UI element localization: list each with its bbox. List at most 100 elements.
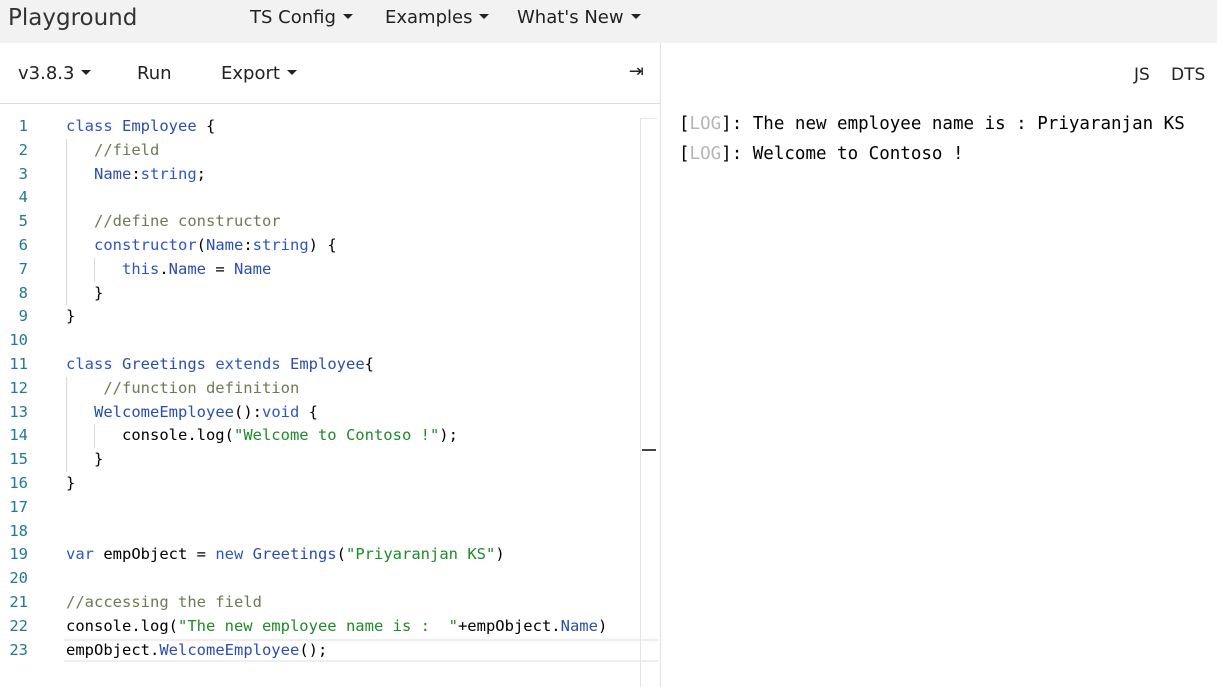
chevron-down-icon [342,13,353,19]
code-token: this [122,259,160,278]
indent-guide [66,376,67,401]
code-token: ( [336,545,346,564]
code-line: class Greetings extends Employee{ [66,353,640,377]
nav-examples[interactable]: Examples [385,7,490,28]
line-number: 9 [18,307,28,326]
code-token: Name [234,259,272,278]
nav-ts-config[interactable]: TS Config [250,7,353,28]
line-number: 22 [9,616,28,635]
editor-scrollbar[interactable] [640,118,657,687]
code-token: (): [233,402,262,421]
code-line: //accessing the field [66,591,640,615]
log-bracket-open: [ [679,144,690,164]
code-token: { [196,117,216,135]
code-line: console.log("Welcome to Contoso !"); [66,424,640,449]
export-menu[interactable]: Export [221,63,297,84]
code-token: empObject. [66,640,160,659]
line-number: 10 [9,331,28,350]
line-number: 2 [18,140,28,159]
code-token: } [66,450,104,469]
line-number: 19 [9,545,28,564]
log-bracket-close: ] [721,144,732,164]
version-select[interactable]: v3.8.3 [18,63,92,84]
code-token: +empObject. [457,616,561,635]
log-message: : Welcome to Contoso ! [731,144,964,164]
line-number: 7 [18,259,28,278]
run-button[interactable]: Run [137,63,172,84]
code-token: { [364,354,374,373]
indent-guide [66,162,67,187]
code-line: //define constructor [66,210,640,234]
line-number-gutter: 1 2 3 4 5 6 7 8 9 10 11 12 13 14 15 16 17 18 19 20 21 22 23 [0,115,40,662]
indent-guide [66,210,67,234]
line-number: 4 [18,188,28,207]
export-label: Export [221,63,280,84]
code-token: } [66,283,104,302]
code-token: class [66,354,122,373]
code-token: //accessing the field [66,592,262,611]
code-token: "Welcome to Contoso !" [233,426,440,445]
indent-guide [66,448,67,472]
line-number: 17 [9,497,28,516]
editor-toolbar: v3.8.3 Run Export ⇥ [0,43,660,104]
code-token: "Priyaranjan KS" [346,545,496,564]
code-token: //function definition [103,378,300,397]
chevron-down-icon [630,13,641,19]
code-token: string [140,164,197,183]
code-token: Name [206,235,244,254]
code-token: //define constructor [94,212,281,231]
code-editor[interactable]: 1 2 3 4 5 6 7 8 9 10 11 12 13 14 15 16 17 18 19 20 21 22 23 cl… [0,104,660,687]
code-token: : [131,164,141,183]
code-token: //field [94,140,160,159]
code-line: var empObject = new Greetings("Priyaranj… [66,543,640,567]
code-line [66,186,640,211]
indent-guide [94,257,95,282]
tab-js[interactable]: JS [1134,65,1150,85]
code-token: ) [597,616,608,635]
code-token: console.log( [66,426,234,445]
log-level-tag: LOG [689,114,722,134]
code-token: Employee [290,354,365,373]
code-area[interactable]: class Employee { //field Name:string; //… [64,115,658,663]
line-number: 20 [9,569,28,588]
line-number: 14 [9,426,28,445]
log-message: : The new employee name is : Priyaranjan… [731,114,1185,134]
code-token: } [66,473,76,492]
tab-dts[interactable]: DTS [1171,65,1205,85]
code-token: "The new employee name is : " [177,616,458,635]
line-number: 11 [9,354,28,373]
code-token: new [215,545,253,564]
brand-title[interactable]: Playground [8,5,137,31]
output-pane: JS DTS [ LOG] : The new employee name is :… [661,43,1217,687]
line-number: 6 [18,235,28,254]
code-token: . [159,259,169,278]
line-number: 1 [18,117,28,135]
code-line: WelcomeEmployee():void { [66,400,640,425]
code-token: ) [495,545,505,564]
code-token: Name [560,616,598,635]
code-token: ) { [308,235,337,254]
code-token: WelcomeEmployee [159,640,300,659]
line-number: 5 [18,212,28,231]
code-token: ( [196,235,206,254]
code-line: } [66,305,640,329]
code-token: { [299,402,318,421]
nav-whats-new-label: What's New [517,7,624,28]
indent-guide [66,233,67,258]
code-line: //field [66,138,640,163]
collapse-sidebar-icon[interactable]: ⇥ [629,61,644,82]
code-token: (); [299,640,328,659]
chevron-down-icon [81,69,92,75]
line-number: 16 [9,473,28,492]
code-token: var [66,545,94,564]
nav-whats-new[interactable]: What's New [517,7,641,28]
code-token: } [66,307,76,326]
indent-guide [66,424,67,449]
indent-guide [66,400,67,425]
code-line: //function definition [66,376,640,401]
